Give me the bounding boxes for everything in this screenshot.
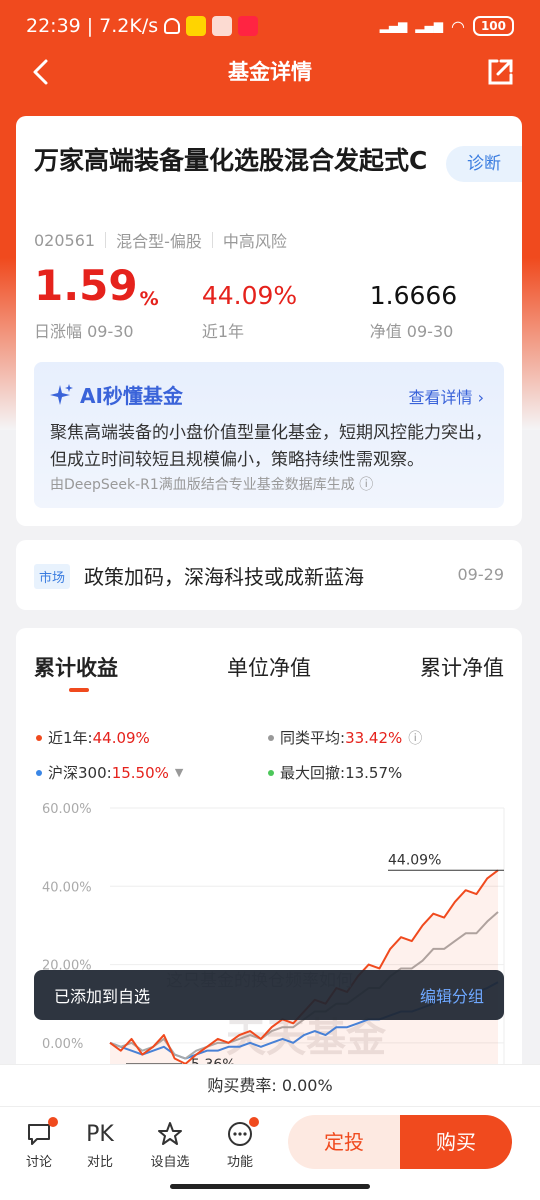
page-title: 基金详情 xyxy=(228,60,312,84)
toast-added-to-watchlist: 已添加到自选 编辑分组 xyxy=(34,970,504,1020)
info-icon[interactable]: ⓘ xyxy=(408,728,422,748)
status-time: 22:39 xyxy=(26,15,81,37)
y-tick-label: 60.00% xyxy=(42,802,92,817)
legend-dot xyxy=(36,734,42,741)
legend-fund: 近1年:44.09% xyxy=(36,727,268,748)
share-icon[interactable] xyxy=(484,56,516,88)
mute-icon xyxy=(164,18,181,34)
add-watchlist-button[interactable]: 设自选 xyxy=(145,1117,195,1170)
ai-source-note: 由DeepSeek-R1满血版结合专业基金数据库生成 ⓘ xyxy=(50,477,374,493)
fund-type: 混合型-偏股 xyxy=(116,232,202,251)
notification-dot xyxy=(249,1117,259,1127)
fund-tags: 020561 混合型-偏股 中高风险 xyxy=(34,228,287,252)
legend-dd-label: 最大回撤: xyxy=(280,764,346,782)
fund-risk: 中高风险 xyxy=(222,232,287,251)
fund-name: 万家高端装备量化选股混合发起式C xyxy=(34,146,428,175)
legend-peer: 同类平均:33.42% ⓘ xyxy=(268,727,422,748)
nav-stat: 1.6666 净值 09-30 xyxy=(370,264,504,342)
legend-dd-value: 13.57% xyxy=(345,764,403,782)
network-speed: 7.2K/s xyxy=(99,15,159,37)
daily-change-value: 1.59 xyxy=(34,261,138,310)
legend-index[interactable]: 沪深300:15.50% ▼ xyxy=(36,762,268,783)
app-notification-icon xyxy=(186,16,207,36)
nav-bar: 基金详情 xyxy=(0,52,540,92)
pk-icon: PK xyxy=(86,1121,114,1147)
signal-icon: ▂▄▆ xyxy=(379,19,408,33)
legend-dot xyxy=(268,734,274,741)
legend-dot xyxy=(268,769,274,776)
tab-unit-nav[interactable]: 单位净值 xyxy=(227,652,311,682)
fund-code: 020561 xyxy=(34,230,96,250)
diagnose-button[interactable]: 诊断 xyxy=(446,146,522,182)
wifi-icon: ◠ xyxy=(450,16,465,36)
chart-legend: 近1年:44.09% 同类平均:33.42% ⓘ 沪深300:15.50% ▼ … xyxy=(36,720,506,790)
fixed-investment-button[interactable]: 定投 xyxy=(288,1115,400,1169)
fee-bar: 购买费率: 0.00% xyxy=(0,1064,540,1106)
notification-dot xyxy=(48,1117,58,1127)
daily-change-label: 日涨幅 09-30 xyxy=(34,322,134,341)
functions-label: 功能 xyxy=(226,1155,253,1170)
y-tick-label: 0.00% xyxy=(42,1037,83,1052)
return-chart[interactable]: 60.00%40.00%20.00%0.00%天天基金44.09%-5.36%这… xyxy=(16,796,522,1088)
daily-change-unit: % xyxy=(139,288,159,310)
ai-summary-box[interactable]: AI秒懂基金 查看详情 › 聚焦高端装备的小盘价值型量化基金，短期风控能力突出，… xyxy=(34,362,504,508)
tab-cumulative-nav[interactable]: 累计净值 xyxy=(420,652,504,682)
compare-button[interactable]: PK 对比 xyxy=(75,1117,125,1171)
mobile-app-icon xyxy=(212,16,233,36)
legend-peer-value: 33.42% xyxy=(345,729,403,747)
buy-button[interactable]: 购买 xyxy=(400,1115,512,1169)
star-icon xyxy=(158,1122,182,1145)
year-return-stat: 44.09% 近1年 xyxy=(202,264,370,342)
legend-drawdown: 最大回撤:13.57% xyxy=(268,762,402,783)
legend-dot xyxy=(36,769,42,776)
legend-fund-label: 近1年: xyxy=(48,729,93,747)
ai-title: AI秒懂基金 xyxy=(50,380,183,409)
watch-label: 设自选 xyxy=(150,1155,190,1170)
edit-group-link[interactable]: 编辑分组 xyxy=(420,983,484,1007)
compare-label: 对比 xyxy=(86,1155,113,1170)
max-annotation: 44.09% xyxy=(388,852,441,868)
signal-icon-2: ▂▄▆ xyxy=(415,19,443,33)
nav-value: 1.6666 xyxy=(369,281,458,310)
news-headline: 政策加码，深海科技或成新蓝海 xyxy=(84,565,364,589)
nav-label: 净值 09-30 xyxy=(369,322,454,341)
ai-summary-text: 聚焦高端装备的小盘价值型量化基金，短期风控能力突出，但成立时间较短且规模偏小，策… xyxy=(50,423,492,470)
home-indicator xyxy=(170,1184,370,1189)
legend-peer-label: 同类平均: xyxy=(280,729,346,747)
discuss-button[interactable]: 讨论 xyxy=(14,1117,64,1170)
functions-button[interactable]: 功能 xyxy=(215,1117,265,1170)
ai-details-link[interactable]: 查看详情 › xyxy=(409,384,485,408)
sparkle-icon xyxy=(50,383,73,405)
news-tag: 市场 xyxy=(34,564,71,589)
legend-fund-value: 44.09% xyxy=(92,729,150,747)
tab-cumulative-return[interactable]: 累计收益 xyxy=(34,652,118,682)
divider xyxy=(211,232,213,248)
news-card[interactable]: 市场 政策加码，深海科技或成新蓝海 09-29 xyxy=(16,540,522,610)
discuss-label: 讨论 xyxy=(25,1155,52,1170)
status-bar: 22:39 | 7.2K/s ▂▄▆ ▂▄▆ ◠ 100 xyxy=(0,0,540,52)
chart-tabs: 累计收益 单位净值 累计净值 xyxy=(34,652,504,682)
y-tick-label: 40.00% xyxy=(42,880,92,895)
news-date: 09-29 xyxy=(457,565,505,584)
xiaohongshu-icon xyxy=(238,16,259,36)
daily-change-stat: 1.59% 日涨幅 09-30 xyxy=(34,261,202,342)
toast-text: 已添加到自选 xyxy=(54,987,151,1006)
dropdown-icon[interactable]: ▼ xyxy=(175,766,183,779)
legend-index-value: 15.50% xyxy=(111,764,169,782)
battery-icon: 100 xyxy=(472,16,514,36)
fund-stats: 1.59% 日涨幅 09-30 44.09% 近1年 1.6666 净值 09-… xyxy=(34,261,504,342)
year-return-label: 近1年 xyxy=(201,322,245,341)
legend-index-label: 沪深300: xyxy=(48,764,112,782)
tab-indicator xyxy=(69,688,89,692)
divider xyxy=(105,232,107,248)
ai-title-text: AI秒懂基金 xyxy=(80,384,183,408)
year-return-value: 44.09% xyxy=(201,281,298,310)
